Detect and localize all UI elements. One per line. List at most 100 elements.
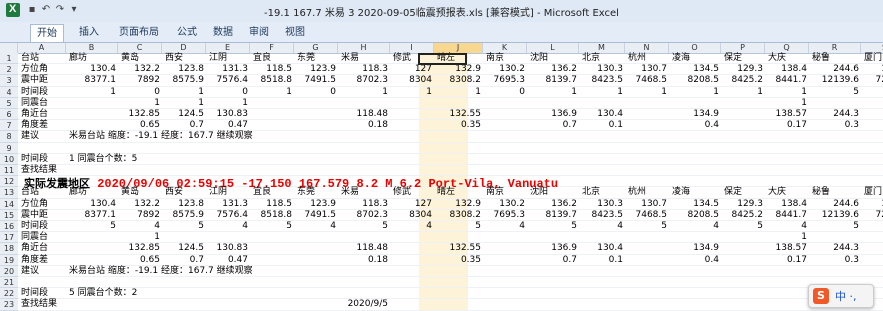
cell-s5[interactable]: 1 — [861, 98, 883, 109]
cell-r4[interactable]: 5 — [809, 87, 859, 98]
cell-e16[interactable]: 4 — [206, 221, 248, 232]
cell-e2[interactable]: 131.3 — [206, 64, 248, 75]
cell-j19[interactable]: 0.35 — [434, 255, 481, 266]
cell-f1[interactable]: 宜良 — [253, 53, 294, 64]
cell-g1[interactable]: 东莞 — [297, 53, 338, 64]
cell-k1[interactable]: 南京 — [486, 53, 527, 64]
cell-l15[interactable]: 8139.7 — [527, 210, 578, 221]
cell-a1[interactable]: 台站 — [21, 53, 66, 64]
cell-s2[interactable]: 127.3 — [861, 64, 883, 75]
cell-h2[interactable]: 118.3 — [338, 64, 388, 75]
cell-k15[interactable]: 7695.3 — [483, 210, 526, 221]
column-header-d[interactable]: D — [162, 43, 206, 53]
tab-view[interactable]: 视图 — [280, 24, 310, 41]
cell-i3[interactable]: 8304 — [390, 75, 432, 86]
cell-c14[interactable]: 132.2 — [118, 199, 160, 210]
cell-s4[interactable]: 0 — [861, 87, 883, 98]
row-header-20[interactable]: 20 — [0, 265, 18, 277]
cell-e13[interactable]: 江阴 — [209, 187, 250, 198]
row-header-9[interactable]: 9 — [0, 142, 18, 154]
ime-mode-indicator[interactable]: 中 ·, — [835, 288, 857, 304]
cell-g16[interactable]: 4 — [294, 221, 336, 232]
cell-g13[interactable]: 东莞 — [297, 187, 338, 198]
cell-a15[interactable]: 震中距 — [21, 210, 66, 221]
cell-r16[interactable]: 5 — [809, 221, 859, 232]
cell-h4[interactable]: 1 — [338, 87, 388, 98]
cell-l3[interactable]: 8139.7 — [527, 75, 578, 86]
cell-j4[interactable]: 1 — [434, 87, 481, 98]
cell-i4[interactable]: 1 — [390, 87, 432, 98]
tab-data[interactable]: 数据 — [208, 24, 238, 41]
cell-e1[interactable]: 江阴 — [209, 53, 250, 64]
cell-l19[interactable]: 0.7 — [527, 255, 577, 266]
cell-o15[interactable]: 8208.5 — [669, 210, 720, 221]
cell-c4[interactable]: 0 — [118, 87, 160, 98]
cell-d19[interactable]: 0.7 — [162, 255, 204, 266]
cell-e5[interactable]: 1 — [206, 98, 248, 109]
column-header-q[interactable]: Q — [765, 43, 809, 53]
cell-k4[interactable]: 0 — [483, 87, 525, 98]
cell-b14[interactable]: 130.4 — [66, 199, 116, 210]
cell-r6[interactable]: 244.3 — [809, 109, 859, 120]
cell-i13[interactable]: 修武 — [393, 187, 434, 198]
cell-b1[interactable]: 廊坊 — [69, 53, 118, 64]
cell-n14[interactable]: 130.7 — [625, 199, 667, 210]
cell-g2[interactable]: 123.9 — [294, 64, 336, 75]
cell-m3[interactable]: 8423.5 — [579, 75, 624, 86]
cell-h7[interactable]: 0.18 — [338, 120, 388, 131]
cell-q3[interactable]: 8441.7 — [765, 75, 808, 86]
cell-l16[interactable]: 5 — [527, 221, 577, 232]
cell-m18[interactable]: 130.4 — [579, 243, 623, 254]
cell-n16[interactable]: 5 — [625, 221, 667, 232]
cell-h23[interactable]: 2020/9/5 — [338, 299, 388, 310]
cell-n15[interactable]: 7468.5 — [625, 210, 668, 221]
cell-o1[interactable]: 凌海 — [672, 53, 721, 64]
cell-s1[interactable]: 厦门 — [864, 53, 883, 64]
cell-c2[interactable]: 132.2 — [118, 64, 160, 75]
cell-j15[interactable]: 8308.2 — [434, 210, 482, 221]
cell-b10[interactable]: 1 同震台个数：5 — [69, 154, 137, 165]
row-header-14[interactable]: 14 — [0, 198, 18, 210]
cell-r3[interactable]: 12139.6 — [809, 75, 859, 86]
row-header-21[interactable]: 21 — [0, 277, 18, 289]
column-header-m[interactable]: M — [579, 43, 625, 53]
cell-o7[interactable]: 0.4 — [669, 120, 719, 131]
cell-p1[interactable]: 保定 — [724, 53, 765, 64]
cell-q6[interactable]: 138.57 — [765, 109, 808, 120]
row-header-2[interactable]: 2 — [0, 64, 18, 76]
cell-a14[interactable]: 方位角 — [21, 199, 66, 210]
cell-l7[interactable]: 0.7 — [527, 120, 577, 131]
cell-d16[interactable]: 5 — [162, 221, 204, 232]
column-header-n[interactable]: N — [625, 43, 669, 53]
cell-o4[interactable]: 1 — [669, 87, 719, 98]
row-header-7[interactable]: 7 — [0, 120, 18, 132]
cell-e18[interactable]: 130.83 — [206, 243, 249, 254]
cell-b16[interactable]: 5 — [66, 221, 116, 232]
cell-o2[interactable]: 134.5 — [669, 64, 719, 75]
row-header-16[interactable]: 16 — [0, 221, 18, 233]
cell-c17[interactable]: 1 — [118, 232, 160, 243]
cell-a18[interactable]: 角近台 — [21, 243, 66, 254]
column-header-k[interactable]: K — [483, 43, 527, 53]
cell-a16[interactable]: 时间段 — [21, 221, 66, 232]
cell-c16[interactable]: 4 — [118, 221, 160, 232]
cell-a23[interactable]: 查找结果 — [21, 299, 66, 310]
cell-e3[interactable]: 7576.4 — [206, 75, 249, 86]
row-header-22[interactable]: 22 — [0, 288, 18, 300]
cell-j18[interactable]: 132.55 — [434, 243, 482, 254]
cell-q15[interactable]: 8441.7 — [765, 210, 808, 221]
cell-i15[interactable]: 8304 — [390, 210, 432, 221]
cell-s13[interactable]: 厦门 — [864, 187, 883, 198]
cell-l4[interactable]: 1 — [527, 87, 577, 98]
ime-toolbar[interactable]: S 中 ·, — [808, 284, 874, 308]
cell-o19[interactable]: 0.4 — [669, 255, 719, 266]
cell-j7[interactable]: 0.35 — [434, 120, 481, 131]
cell-n4[interactable]: 1 — [625, 87, 667, 98]
cell-d4[interactable]: 1 — [162, 87, 204, 98]
cell-a17[interactable]: 同震台 — [21, 232, 66, 243]
cell-q5[interactable]: 1 — [765, 98, 807, 109]
cell-r14[interactable]: 244.6 — [809, 199, 859, 210]
cell-k3[interactable]: 7695.3 — [483, 75, 526, 86]
cell-a4[interactable]: 时间段 — [21, 87, 66, 98]
cell-p16[interactable]: 5 — [721, 221, 763, 232]
